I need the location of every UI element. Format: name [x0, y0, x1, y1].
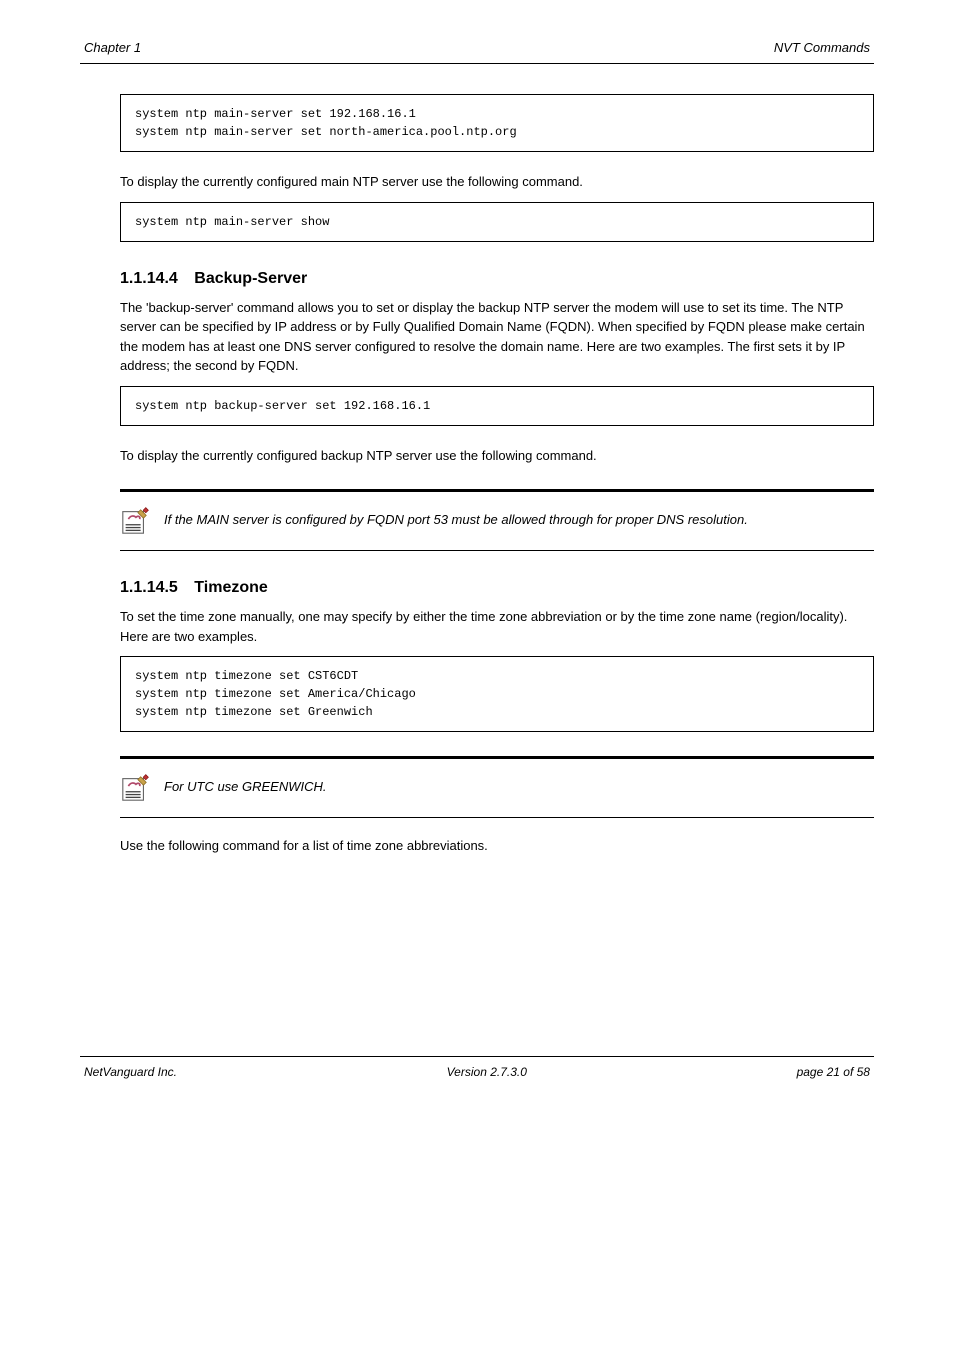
footer-company: NetVanguard Inc. — [84, 1065, 177, 1079]
heading-number: 1.1.14.5 — [120, 579, 178, 596]
page-content: system ntp main-server set 192.168.16.1 … — [120, 94, 874, 856]
note-block-utc: For UTC use GREENWICH. — [120, 756, 874, 818]
note-icon — [120, 773, 150, 803]
para-main-server-show-intro: To display the currently configured main… — [120, 172, 874, 192]
note-rule-top — [120, 489, 874, 492]
heading-timezone: 1.1.14.5 Timezone — [120, 579, 874, 597]
page-header: Chapter 1 NVT Commands — [80, 40, 874, 55]
note-block-dns: If the MAIN server is configured by FQDN… — [120, 489, 874, 551]
footer-rule — [80, 1056, 874, 1057]
code-block-main-server-show: system ntp main-server show — [120, 202, 874, 242]
code-block-main-server-set: system ntp main-server set 192.168.16.1 … — [120, 94, 874, 152]
para-timezone-desc: To set the time zone manually, one may s… — [120, 607, 874, 646]
note-text-dns: If the MAIN server is configured by FQDN… — [164, 506, 748, 530]
page-footer: NetVanguard Inc. Version 2.7.3.0 page 21… — [80, 1056, 874, 1079]
para-backup-server-show-intro: To display the currently configured back… — [120, 446, 874, 466]
heading-title: Timezone — [194, 579, 268, 596]
note-icon — [120, 506, 150, 536]
note-rule-bottom — [120, 550, 874, 551]
code-block-backup-server-set: system ntp backup-server set 192.168.16.… — [120, 386, 874, 426]
header-chapter: Chapter 1 — [84, 40, 141, 55]
note-rule-top — [120, 756, 874, 759]
heading-title: Backup-Server — [194, 270, 307, 287]
para-timezone-list-intro: Use the following command for a list of … — [120, 836, 874, 856]
header-rule — [80, 63, 874, 64]
footer-version: Version 2.7.3.0 — [447, 1065, 527, 1079]
footer-page: page 21 of 58 — [797, 1065, 870, 1079]
heading-number: 1.1.14.4 — [120, 270, 178, 287]
heading-backup-server: 1.1.14.4 Backup-Server — [120, 270, 874, 288]
code-block-timezone-set: system ntp timezone set CST6CDT system n… — [120, 656, 874, 732]
header-section: NVT Commands — [774, 40, 870, 55]
note-text-utc: For UTC use GREENWICH. — [164, 773, 327, 797]
para-backup-server-desc: The 'backup-server' command allows you t… — [120, 298, 874, 376]
note-rule-bottom — [120, 817, 874, 818]
